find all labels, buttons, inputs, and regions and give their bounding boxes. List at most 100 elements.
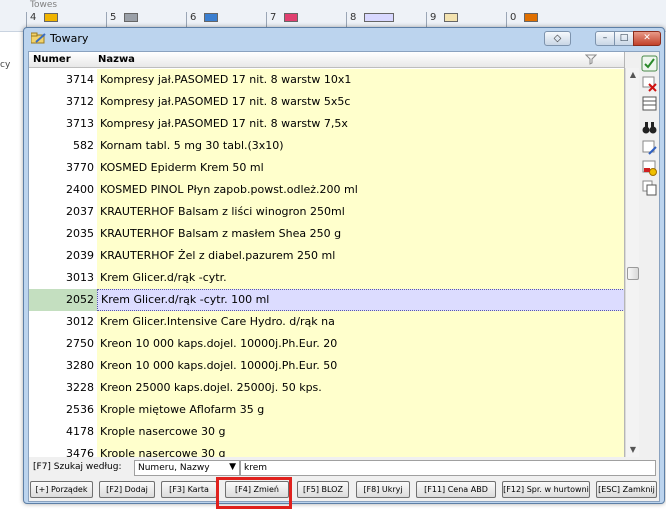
cell-nazwa: Kreon 10 000 kaps.dojel. 10000j.Ph.Eur. … <box>97 333 624 355</box>
table-row[interactable]: 3714 Kompresy jał.PASOMED 17 nit. 8 warst… <box>29 69 624 91</box>
check-wholesaler-button[interactable]: [F12] Spr. w hurtowni <box>502 481 590 498</box>
folder-pencil-icon <box>31 32 46 44</box>
table-row[interactable]: 3770 KOSMED Epiderm Krem 50 ml <box>29 157 624 179</box>
cell-nazwa: Kreon 10 000 kaps.dojel. 10000j.Ph.Eur. … <box>97 355 624 377</box>
function-button-bar: [+] Porządek [F2] Dodaj [F3] Karta [F4] … <box>30 480 658 500</box>
order-button[interactable]: [+] Porządek <box>30 481 93 498</box>
edit-button[interactable]: [F4] Zmień <box>225 481 289 498</box>
table-row[interactable]: 3712 Kompresy jał.PASOMED 17 nit. 8 warst… <box>29 91 624 113</box>
scroll-up-arrow-icon[interactable]: ▲ <box>626 68 640 82</box>
grid-header: Numer Nazwa <box>29 52 624 68</box>
cell-numer: 3228 <box>66 381 94 394</box>
cell-numer: 3713 <box>66 117 94 130</box>
window-title: Towary <box>50 32 89 45</box>
close-window-button[interactable]: [ESC] Zamknij <box>596 481 657 498</box>
cell-nazwa: Kreon 25000 kaps.dojel. 25000j. 50 kps. <box>97 377 624 399</box>
cell-nazwa: Kornam tabl. 5 mg 30 tabl.(3x10) <box>97 135 624 157</box>
table-row[interactable]: 3713 Kompresy jał.PASOMED 17 nit. 8 warst… <box>29 113 624 135</box>
hide-button[interactable]: [F8] Ukryj <box>356 481 410 498</box>
table-icon[interactable] <box>641 95 658 112</box>
table-row[interactable]: 3476 Krople nasercowe 30 g <box>29 443 624 457</box>
column-header-numer[interactable]: Numer <box>33 54 71 65</box>
scroll-down-arrow-icon[interactable]: ▼ <box>626 443 640 457</box>
cell-numer: 3770 <box>66 161 94 174</box>
table-row[interactable]: 2750 Kreon 10 000 kaps.dojel. 10000j.Ph.E… <box>29 333 624 355</box>
search-label: [F7] Szukaj według: <box>33 462 122 472</box>
record-color-icon[interactable] <box>641 159 658 176</box>
table-row[interactable]: 3228 Kreon 25000 kaps.dojel. 25000j. 50 k… <box>29 377 624 399</box>
vertical-scrollbar[interactable]: ▲ ▼ <box>625 68 639 457</box>
restore-layout-button[interactable]: ◇ <box>544 31 571 46</box>
cell-numer: 2035 <box>66 227 94 240</box>
delete-record-icon[interactable] <box>641 75 658 92</box>
close-button[interactable]: ✕ <box>633 31 661 46</box>
minimize-button[interactable]: – <box>595 31 615 46</box>
cell-nazwa: KOSMED PINOL Płyn zapob.powst.odleż.200 … <box>97 179 624 201</box>
cell-numer: 4178 <box>66 425 94 438</box>
cell-numer: 3280 <box>66 359 94 372</box>
background-side-text: cy <box>0 60 11 70</box>
card-button[interactable]: [F3] Karta <box>161 481 217 498</box>
bloz-button[interactable]: [F5] BLOZ <box>297 481 349 498</box>
cell-nazwa: Krem Glicer.Intensive Care Hydro. d/rąk … <box>97 311 624 333</box>
cell-nazwa: Krople nasercowe 30 g <box>97 443 624 457</box>
search-row: [F7] Szukaj według: Numeru, Nazwy ▼ krem <box>33 460 656 477</box>
edit-record-icon[interactable] <box>641 139 658 156</box>
column-header-nazwa[interactable]: Nazwa <box>98 54 135 65</box>
search-input[interactable]: krem <box>240 460 656 476</box>
binoculars-icon[interactable] <box>641 119 658 136</box>
cell-numer: 2536 <box>66 403 94 416</box>
table-row[interactable]: 3012 Krem Glicer.Intensive Care Hydro. d/… <box>29 311 624 333</box>
cell-numer: 3476 <box>66 447 94 457</box>
products-grid[interactable]: Numer Nazwa 3714 Kompresy jał.PASOMED 17 … <box>29 52 625 457</box>
search-field-value: Numeru, Nazwy <box>138 463 210 473</box>
cell-nazwa: KRAUTERHOF Balsam z liści winogron 250ml <box>97 201 624 223</box>
abd-price-button[interactable]: [F11] Cena ABD <box>416 481 496 498</box>
cell-numer: 3712 <box>66 95 94 108</box>
table-row[interactable]: 2037 KRAUTERHOF Balsam z liści winogron 2… <box>29 201 624 223</box>
chevron-down-icon[interactable]: ▼ <box>229 462 236 472</box>
scroll-thumb[interactable] <box>627 267 639 280</box>
cell-nazwa: Kompresy jał.PASOMED 17 nit. 8 warstw 5x… <box>97 91 624 113</box>
cell-numer: 3012 <box>66 315 94 328</box>
cell-numer: 582 <box>73 139 94 152</box>
cell-numer: 3714 <box>66 73 94 86</box>
table-row[interactable]: 3280 Kreon 10 000 kaps.dojel. 10000j.Ph.E… <box>29 355 624 377</box>
cell-numer: 3013 <box>66 271 94 284</box>
table-row[interactable]: 2035 KRAUTERHOF Balsam z masłem Shea 250 … <box>29 223 624 245</box>
table-row[interactable]: 2052 Krem Glicer.d/rąk -cytr. 100 ml <box>29 289 624 311</box>
maximize-button[interactable]: □ <box>614 31 634 46</box>
cell-nazwa: Krem Glicer.d/rąk -cytr. 100 ml <box>97 289 624 311</box>
cell-nazwa: KOSMED Epiderm Krem 50 ml <box>97 157 624 179</box>
cell-nazwa: Krople nasercowe 30 g <box>97 421 624 443</box>
copy-record-icon[interactable] <box>641 179 658 196</box>
cell-numer: 2750 <box>66 337 94 350</box>
towary-window: Towary ◇ – □ ✕ Numer Nazwa 3714 Kompresy … <box>23 27 665 504</box>
side-toolbar <box>640 53 659 213</box>
cell-nazwa: Kompresy jał.PASOMED 17 nit. 8 warstw 7,… <box>97 113 624 135</box>
add-button[interactable]: [F2] Dodaj <box>99 481 155 498</box>
table-row[interactable]: 2039 KRAUTERHOF Żel z diabel.pazurem 250 … <box>29 245 624 267</box>
grid-rows: 3714 Kompresy jał.PASOMED 17 nit. 8 warst… <box>29 69 624 457</box>
search-field-select[interactable]: Numeru, Nazwy ▼ <box>134 460 240 476</box>
check-icon[interactable] <box>641 55 658 72</box>
background-title: Towes <box>30 0 58 10</box>
title-bar[interactable]: Towary ◇ – □ ✕ <box>24 28 664 50</box>
cell-nazwa: Krople miętowe Aflofarm 35 g <box>97 399 624 421</box>
cell-numer: 2052 <box>29 289 97 311</box>
cell-numer: 2037 <box>66 205 94 218</box>
cell-numer: 2039 <box>66 249 94 262</box>
caption-buttons: – □ ✕ <box>595 31 661 46</box>
table-row[interactable]: 2536 Krople miętowe Aflofarm 35 g <box>29 399 624 421</box>
table-row[interactable]: 582 Kornam tabl. 5 mg 30 tabl.(3x10) <box>29 135 624 157</box>
table-row[interactable]: 4178 Krople nasercowe 30 g <box>29 421 624 443</box>
cell-nazwa: Kompresy jał.PASOMED 17 nit. 8 warstw 10… <box>97 69 624 91</box>
table-row[interactable]: 3013 Krem Glicer.d/rąk -cytr. <box>29 267 624 289</box>
cell-numer: 2400 <box>66 183 94 196</box>
window-content: Numer Nazwa 3714 Kompresy jał.PASOMED 17 … <box>28 51 660 502</box>
cell-nazwa: KRAUTERHOF Żel z diabel.pazurem 250 ml <box>97 245 624 267</box>
filter-icon[interactable] <box>585 53 597 65</box>
cell-nazwa: Krem Glicer.d/rąk -cytr. <box>97 267 624 289</box>
table-row[interactable]: 2400 KOSMED PINOL Płyn zapob.powst.odleż.… <box>29 179 624 201</box>
cell-nazwa: KRAUTERHOF Balsam z masłem Shea 250 g <box>97 223 624 245</box>
